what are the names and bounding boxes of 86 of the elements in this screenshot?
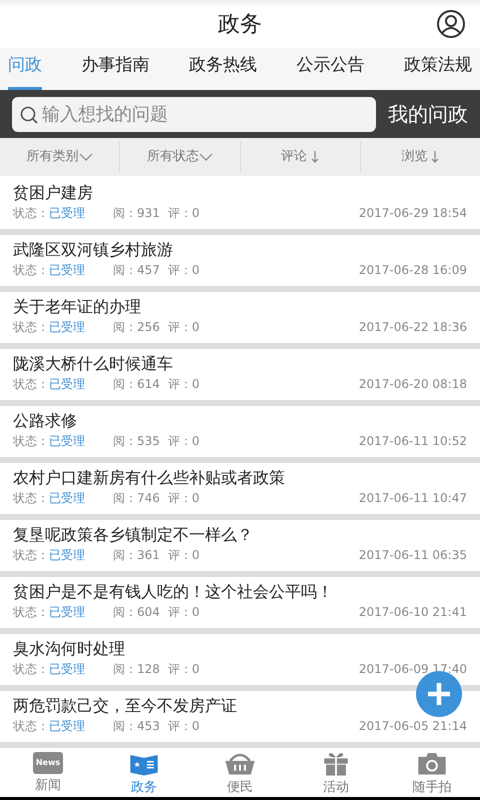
post-title[interactable]: 公路求修 — [13, 410, 467, 432]
view-count: 阅：746 — [113, 490, 160, 507]
post-title[interactable]: 武隆区双河镇乡村旅游 — [13, 239, 467, 261]
status-text: 已受理 — [49, 376, 86, 393]
status-label: 状态： — [13, 262, 49, 279]
post-title[interactable]: 两危罚款己交，至今不发房产证 — [13, 695, 467, 717]
post-title[interactable]: 臭水沟何时处理 — [13, 638, 467, 660]
tab[interactable]: 办事指南 — [82, 48, 150, 90]
post-title[interactable]: 关于老年证的办理 — [13, 296, 467, 318]
post-title[interactable]: 贫困户是不是有钱人吃的！这个社会公平吗！ — [13, 581, 467, 603]
comment-count: 评：0 — [168, 376, 200, 393]
status-label: 状态： — [13, 376, 49, 393]
view-count: 阅：614 — [113, 376, 160, 393]
gift-icon — [322, 752, 350, 776]
view-count: 阅：604 — [113, 604, 160, 621]
post-time: 2017-06-11 10:52 — [358, 433, 467, 450]
post-time: 2017-06-28 16:09 — [358, 262, 467, 279]
comment-count: 评：0 — [168, 490, 200, 507]
nav-item[interactable]: News 新闻 — [0, 748, 96, 797]
status-text: 已受理 — [49, 262, 86, 279]
status-label: 状态： — [13, 604, 49, 621]
comment-count: 评：0 — [168, 433, 200, 450]
status-label: 状态： — [13, 433, 49, 450]
status-label: 状态： — [13, 661, 49, 678]
post-time: 2017-06-05 21:14 — [358, 718, 467, 735]
post-title[interactable]: 贫困户建房 — [13, 182, 467, 204]
status-text: 已受理 — [49, 718, 86, 735]
sort-button[interactable]: 浏览 — [360, 142, 480, 172]
view-count: 阅：535 — [113, 433, 160, 450]
user-icon[interactable] — [436, 10, 466, 38]
tab[interactable]: 公示公告 — [296, 48, 364, 90]
comment-count: 评：0 — [168, 319, 200, 336]
my-questions-button[interactable]: 我的问政 — [376, 99, 480, 129]
camera-icon — [417, 752, 447, 776]
book-icon — [129, 752, 159, 776]
tab[interactable]: 政策法规 — [404, 48, 472, 90]
status-text: 已受理 — [49, 490, 86, 507]
post-title[interactable]: 复垦呢政策各乡镇制定不一样么？ — [13, 524, 467, 546]
chevron-down-icon — [78, 152, 93, 161]
comment-count: 评：0 — [168, 604, 200, 621]
status-label: 状态： — [13, 490, 49, 507]
news-icon: News — [33, 752, 63, 774]
filter-dropdown[interactable]: 所有状态 — [120, 142, 240, 172]
arrow-down-icon — [311, 150, 320, 163]
status-text: 已受理 — [49, 205, 86, 222]
nav-item[interactable]: 活动 — [288, 748, 384, 797]
post-time: 2017-06-20 08:18 — [358, 376, 467, 393]
status-label: 状态： — [13, 718, 49, 735]
post-time: 2017-06-22 18:36 — [358, 319, 467, 336]
arrow-down-icon — [431, 150, 440, 163]
comment-count: 评：0 — [168, 262, 200, 279]
view-count: 阅：457 — [113, 262, 160, 279]
status-text: 已受理 — [49, 661, 86, 678]
view-count: 阅：128 — [113, 661, 160, 678]
chevron-down-icon — [198, 152, 213, 161]
comment-count: 评：0 — [168, 205, 200, 222]
filter-dropdown[interactable]: 所有类别 — [0, 142, 120, 172]
post-time: 2017-06-29 18:54 — [358, 205, 467, 222]
view-count: 阅：931 — [113, 205, 160, 222]
nav-item[interactable]: 政务 — [96, 748, 192, 797]
comment-count: 评：0 — [168, 718, 200, 735]
post-time: 2017-06-10 21:41 — [358, 604, 467, 621]
page-title: 政务 — [218, 10, 262, 38]
status-label: 状态： — [13, 205, 49, 222]
nav-item[interactable]: 便民 — [192, 748, 288, 797]
nav-item[interactable]: 随手拍 — [384, 748, 480, 797]
status-label: 状态： — [13, 319, 49, 336]
post-title[interactable]: 农村户口建新房有什么些补贴或者政策 — [13, 467, 467, 489]
post-time: 2017-06-11 10:47 — [358, 490, 467, 507]
tab[interactable]: 政务热线 — [189, 48, 257, 90]
status-text: 已受理 — [49, 547, 86, 564]
status-label: 状态： — [13, 547, 49, 564]
comment-count: 评：0 — [168, 661, 200, 678]
post-title[interactable]: 陇溪大桥什么时候通车 — [13, 353, 467, 375]
view-count: 阅：453 — [113, 718, 160, 735]
view-count: 阅：256 — [113, 319, 160, 336]
sort-button[interactable]: 评论 — [240, 142, 361, 172]
view-count: 阅：361 — [113, 547, 160, 564]
search-field[interactable]: 输入想找的问题 — [12, 96, 376, 132]
basket-icon — [224, 752, 256, 776]
status-text: 已受理 — [49, 604, 86, 621]
status-text: 已受理 — [49, 433, 86, 450]
post-time: 2017-06-11 06:35 — [358, 547, 467, 564]
status-text: 已受理 — [49, 319, 86, 336]
comment-count: 评：0 — [168, 547, 200, 564]
plus-icon — [426, 681, 452, 707]
